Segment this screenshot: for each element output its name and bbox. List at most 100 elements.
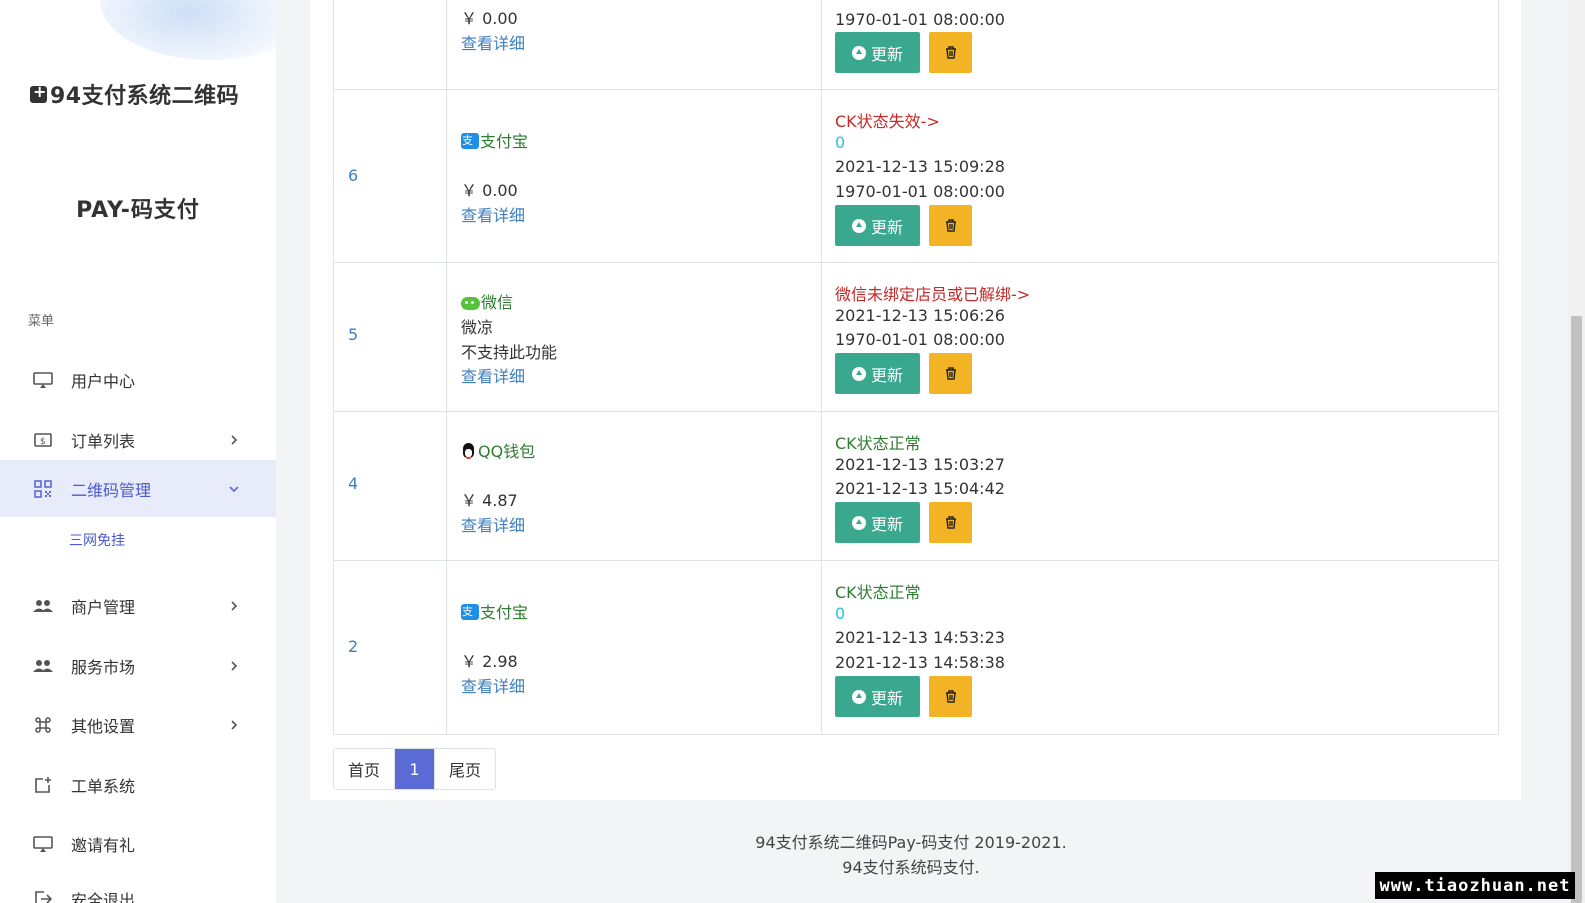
chevron-down-icon (228, 483, 240, 495)
sidebar-item-tickets[interactable]: 工单系统 (0, 756, 276, 813)
view-detail-link[interactable]: 查看详细 (461, 202, 525, 226)
row-amount: ￥ 4.87 (461, 491, 518, 510)
brand-title: 94支付系统二维码 (30, 78, 239, 110)
sidebar: 94支付系统二维码 PAY-码支付 菜单 用户中心 $ 订单列表 二维码管理 三… (0, 0, 276, 903)
sidebar-item-user-center[interactable]: 用户中心 (0, 351, 276, 408)
delete-button[interactable] (929, 205, 972, 246)
row-id-link[interactable]: 6 (348, 166, 358, 185)
row-count: 0 (835, 604, 846, 623)
scrollbar-thumb[interactable] (1571, 316, 1582, 903)
trash-icon (945, 219, 956, 232)
update-button[interactable]: 更新 (835, 502, 920, 543)
watermark: www.tiaozhuan.net (1375, 872, 1575, 899)
monitor-icon (32, 833, 54, 855)
channel-label: 支付宝 (461, 128, 528, 152)
channel-name: 微信 (481, 293, 514, 312)
dollar-bill-icon: $ (32, 429, 54, 451)
sidebar-item-merchants[interactable]: 商户管理 (0, 577, 276, 634)
qq-icon (461, 443, 477, 459)
view-detail-link[interactable]: 查看详细 (461, 363, 525, 387)
row-time: 1970-01-01 08:00:00 (835, 10, 1005, 29)
view-detail-link[interactable]: 查看详细 (461, 512, 525, 536)
channel-label: QQ钱包 (461, 438, 535, 462)
chevron-right-icon (228, 434, 240, 446)
alipay-icon (461, 603, 479, 620)
chevron-right-icon (228, 660, 240, 672)
footer-copyright: 94支付系统二维码Pay-码支付 2019-2021. (755, 833, 1067, 852)
update-button[interactable]: 更新 (835, 205, 920, 246)
row-time-updated: 2021-12-13 15:04:42 (835, 479, 1005, 498)
arrow-up-circle-icon (851, 689, 866, 704)
status-link[interactable]: CK状态正常 (835, 579, 921, 603)
view-detail-link[interactable]: 查看详细 (461, 673, 525, 697)
page-current-button[interactable]: 1 (395, 749, 436, 789)
sidebar-item-logout[interactable]: 安全退出 (0, 870, 276, 903)
trash-icon (945, 46, 956, 59)
update-button-label: 更新 (870, 217, 903, 237)
sidebar-item-label: 用户中心 (71, 371, 136, 391)
users-icon (32, 655, 54, 677)
sidebar-item-label: 商户管理 (71, 597, 136, 617)
update-button[interactable]: 更新 (835, 353, 920, 394)
table-row: 5 微信 微凉 不支持此功能 查看详细 微信未绑定店员或已解绑-> 2021-1… (333, 263, 1499, 412)
sidebar-item-label: 服务市场 (71, 657, 136, 677)
row-id-link[interactable]: 4 (348, 474, 358, 493)
view-detail-link[interactable]: 查看详细 (461, 30, 525, 54)
row-count: 0 (835, 133, 846, 152)
arrow-up-circle-icon (851, 515, 866, 530)
delete-button[interactable] (929, 502, 972, 543)
add-box-icon (32, 774, 54, 796)
row-amount: ￥ 2.98 (461, 652, 518, 671)
channel-label: 支付宝 (461, 599, 528, 623)
sidebar-item-label: 二维码管理 (71, 480, 152, 500)
row-time-created: 2021-12-13 15:09:28 (835, 157, 1005, 176)
qrcode-icon (32, 478, 54, 500)
trash-icon (945, 367, 956, 380)
row-id-link[interactable]: 5 (348, 325, 358, 344)
page-last-button[interactable]: 尾页 (435, 749, 495, 789)
row-id-link[interactable]: 2 (348, 637, 358, 656)
footer-tagline: 94支付系统码支付. (842, 858, 980, 877)
sidebar-item-invite[interactable]: 邀请有礼 (0, 815, 276, 872)
submenu-item-three-network[interactable]: 三网免挂 (69, 530, 125, 550)
update-button-label: 更新 (870, 44, 903, 64)
monitor-icon (32, 369, 54, 391)
update-button[interactable]: 更新 (835, 32, 920, 73)
sidebar-item-label: 安全退出 (71, 890, 136, 903)
arrow-up-circle-icon (851, 45, 866, 60)
arrow-up-circle-icon (851, 366, 866, 381)
row-time-created: 2021-12-13 15:06:26 (835, 306, 1005, 325)
channel-name: 支付宝 (480, 603, 529, 622)
sidebar-item-service-market[interactable]: 服务市场 (0, 637, 276, 694)
row-note: 不支持此功能 (461, 343, 558, 362)
pagination: 首页 1 尾页 (333, 748, 497, 790)
update-button-label: 更新 (870, 688, 903, 708)
table-row: 4 QQ钱包 ￥ 4.87 查看详细 CK状态正常 2021-12-13 15:… (333, 412, 1499, 561)
row-id-link[interactable]: 7 (348, 0, 358, 3)
status-link[interactable]: 微信未绑定店员或已解绑-> (835, 281, 1030, 305)
delete-button[interactable] (929, 32, 972, 73)
delete-button[interactable] (929, 676, 972, 717)
alipay-icon (461, 132, 479, 149)
trash-icon (945, 516, 956, 529)
status-link[interactable]: CK状态正常 (835, 430, 921, 454)
wechat-icon (461, 297, 480, 310)
row-time-updated: 1970-01-01 08:00:00 (835, 330, 1005, 349)
sidebar-decoration (100, 0, 276, 60)
update-button-label: 更新 (870, 514, 903, 534)
update-button[interactable]: 更新 (835, 676, 920, 717)
sidebar-item-label: 邀请有礼 (71, 835, 136, 855)
arrow-up-circle-icon (851, 218, 866, 233)
status-link[interactable]: CK状态失效-> (835, 108, 940, 132)
plus-box-icon (30, 82, 47, 103)
sidebar-item-qrcode[interactable]: 二维码管理 (0, 460, 276, 517)
sidebar-item-label: 订单列表 (71, 431, 136, 451)
users-icon (32, 595, 54, 617)
chevron-right-icon (228, 719, 240, 731)
sidebar-item-other-settings[interactable]: 其他设置 (0, 696, 276, 753)
page-first-button[interactable]: 首页 (334, 749, 396, 789)
brand-title-text: 94支付系统二维码 (50, 84, 240, 109)
row-time-created: 2021-12-13 14:53:23 (835, 628, 1005, 647)
delete-button[interactable] (929, 353, 972, 394)
sidebar-item-label: 工单系统 (71, 776, 136, 796)
